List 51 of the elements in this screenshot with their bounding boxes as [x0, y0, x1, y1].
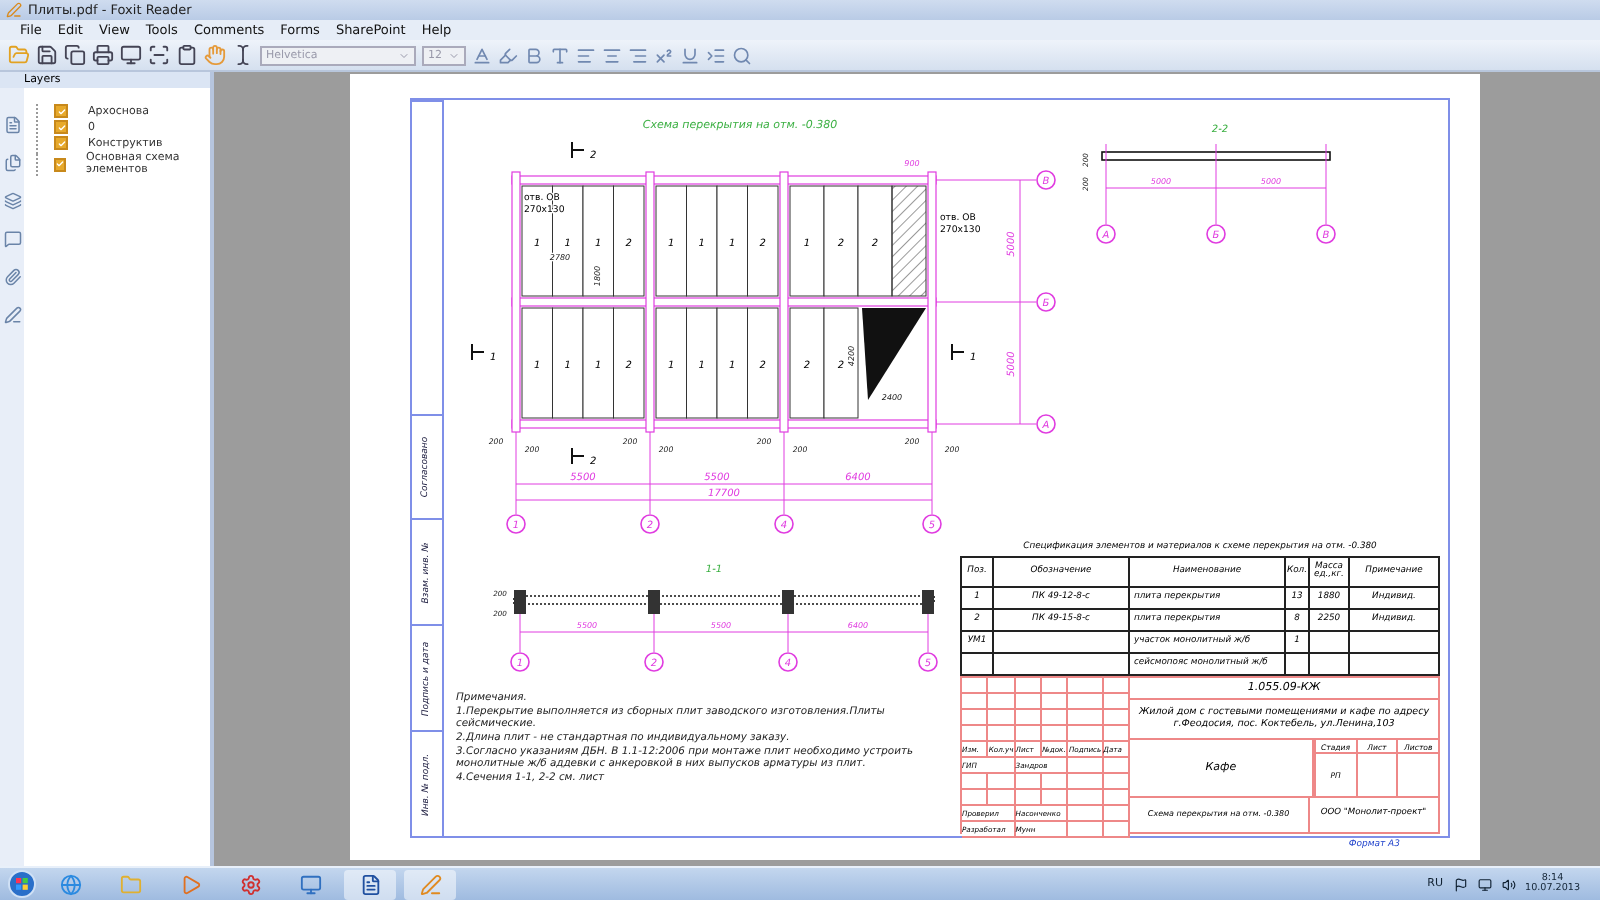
paperclip-icon[interactable] — [3, 268, 21, 286]
underline-icon[interactable] — [680, 45, 700, 65]
app-icon — [6, 2, 22, 18]
column — [922, 590, 934, 614]
globe-icon[interactable] — [59, 873, 81, 895]
table-cell — [1310, 654, 1350, 676]
flag-icon[interactable] — [1453, 877, 1468, 891]
layer-checkbox[interactable] — [54, 120, 68, 134]
text-icon[interactable] — [550, 45, 570, 65]
comment-icon[interactable] — [3, 230, 21, 248]
pen-icon[interactable] — [419, 873, 441, 895]
play-icon[interactable] — [179, 873, 201, 895]
table-cell — [1310, 632, 1350, 654]
layer-checkbox[interactable] — [54, 157, 66, 171]
highlighter-icon[interactable] — [498, 45, 518, 65]
print-icon[interactable] — [92, 44, 114, 66]
layer-checkbox[interactable] — [54, 104, 68, 118]
align-center-icon[interactable] — [602, 45, 622, 65]
layers-icon[interactable] — [3, 192, 21, 210]
column — [648, 590, 660, 614]
opening-drawing — [862, 308, 926, 400]
table-cell — [994, 632, 1130, 654]
volume-icon[interactable] — [1501, 877, 1516, 891]
search-icon[interactable] — [732, 45, 752, 65]
column — [514, 590, 526, 614]
network-icon[interactable] — [1477, 877, 1492, 891]
text-cursor-icon[interactable] — [232, 44, 254, 66]
monolithic-area — [891, 185, 927, 297]
save-icon[interactable] — [36, 44, 58, 66]
align-left-icon[interactable] — [576, 45, 596, 65]
table-cell — [1286, 654, 1310, 676]
pages-icon[interactable] — [3, 154, 21, 172]
scan-icon[interactable] — [148, 44, 170, 66]
table-cell — [994, 654, 1130, 676]
clipboard-icon[interactable] — [176, 44, 198, 66]
text-color-icon[interactable] — [472, 45, 492, 65]
start-button[interactable] — [8, 870, 36, 898]
superscript-icon[interactable] — [654, 45, 674, 65]
indent-icon[interactable] — [706, 45, 726, 65]
table-cell — [1350, 654, 1440, 676]
save-all-icon[interactable] — [64, 44, 86, 66]
page-icon[interactable] — [3, 116, 21, 134]
align-right-icon[interactable] — [628, 45, 648, 65]
monitor-icon[interactable] — [120, 44, 142, 66]
column — [782, 590, 794, 614]
table-cell — [1350, 632, 1440, 654]
pen-icon[interactable] — [3, 306, 21, 324]
gear-icon[interactable] — [239, 873, 261, 895]
bold-icon[interactable] — [524, 45, 544, 65]
layer-checkbox[interactable] — [54, 136, 68, 150]
document-icon[interactable] — [359, 873, 381, 895]
